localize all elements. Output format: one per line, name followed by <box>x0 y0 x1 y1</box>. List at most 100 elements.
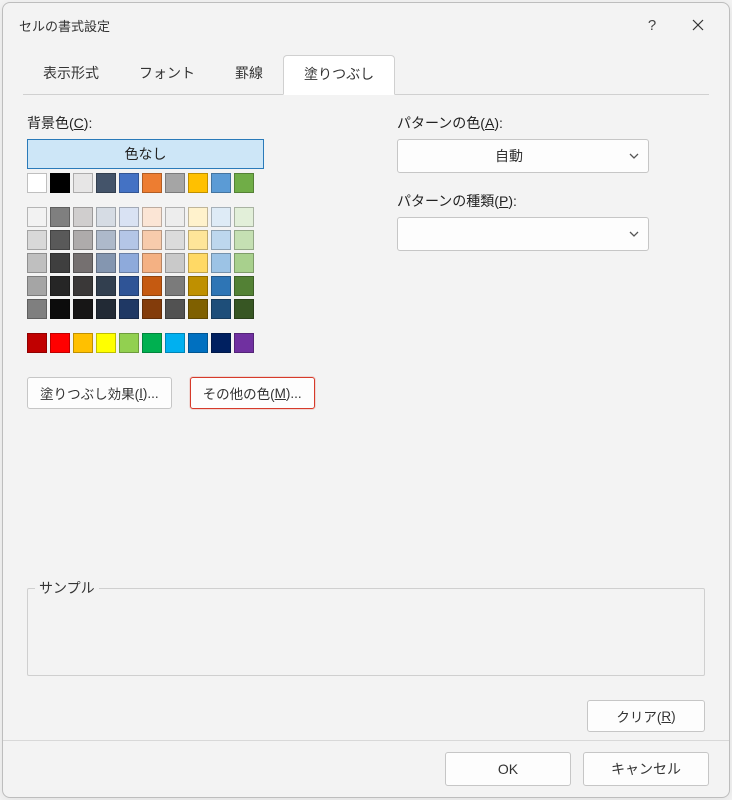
theme-shade-grid <box>27 207 337 319</box>
swatch-row <box>27 173 337 193</box>
color-swatch[interactable] <box>234 207 254 227</box>
color-swatch[interactable] <box>188 253 208 273</box>
color-swatch[interactable] <box>119 230 139 250</box>
color-swatch[interactable] <box>96 276 116 296</box>
tab-2[interactable]: 罫線 <box>215 55 283 94</box>
color-swatch[interactable] <box>27 173 47 193</box>
more-colors-button[interactable]: その他の色(M)... <box>190 377 315 409</box>
color-swatch[interactable] <box>165 230 185 250</box>
swatch-row <box>27 253 337 273</box>
color-swatch[interactable] <box>188 173 208 193</box>
color-swatch[interactable] <box>188 276 208 296</box>
color-swatch[interactable] <box>211 207 231 227</box>
color-swatch[interactable] <box>27 333 47 353</box>
color-swatch[interactable] <box>27 299 47 319</box>
color-swatch[interactable] <box>234 230 254 250</box>
color-swatch[interactable] <box>27 253 47 273</box>
color-swatch[interactable] <box>165 276 185 296</box>
color-swatch[interactable] <box>142 276 162 296</box>
color-swatch[interactable] <box>165 253 185 273</box>
color-swatch[interactable] <box>50 276 70 296</box>
color-swatch[interactable] <box>119 173 139 193</box>
fill-effects-button[interactable]: 塗りつぶし効果(I)... <box>27 377 172 409</box>
color-swatch[interactable] <box>96 333 116 353</box>
pattern-type-select[interactable] <box>397 217 649 251</box>
color-swatch[interactable] <box>211 333 231 353</box>
color-swatch[interactable] <box>96 253 116 273</box>
standard-color-row <box>27 333 337 353</box>
color-swatch[interactable] <box>211 253 231 273</box>
swatch-row <box>27 230 337 250</box>
color-swatch[interactable] <box>73 253 93 273</box>
close-button[interactable] <box>675 3 721 47</box>
dialog-title: セルの書式設定 <box>19 16 629 35</box>
color-swatch[interactable] <box>96 173 116 193</box>
pattern-type-label: パターンの種類(P): <box>397 191 705 211</box>
color-swatch[interactable] <box>142 253 162 273</box>
color-swatch[interactable] <box>73 207 93 227</box>
color-swatch[interactable] <box>142 230 162 250</box>
tab-3[interactable]: 塗りつぶし <box>283 55 395 95</box>
color-swatch[interactable] <box>119 276 139 296</box>
color-swatch[interactable] <box>50 299 70 319</box>
pattern-color-value: 自動 <box>398 146 620 166</box>
color-swatch[interactable] <box>165 299 185 319</box>
color-swatch[interactable] <box>234 173 254 193</box>
color-swatch[interactable] <box>73 299 93 319</box>
color-swatch[interactable] <box>211 173 231 193</box>
chevron-down-icon <box>620 218 648 250</box>
color-swatch[interactable] <box>96 299 116 319</box>
color-swatch[interactable] <box>188 207 208 227</box>
color-swatch[interactable] <box>119 299 139 319</box>
color-swatch[interactable] <box>142 299 162 319</box>
color-swatch[interactable] <box>142 333 162 353</box>
color-swatch[interactable] <box>27 230 47 250</box>
color-swatch[interactable] <box>96 230 116 250</box>
color-swatch[interactable] <box>50 173 70 193</box>
theme-color-row <box>27 173 337 193</box>
pattern-color-label: パターンの色(A): <box>397 113 705 133</box>
color-swatch[interactable] <box>165 207 185 227</box>
ok-button[interactable]: OK <box>445 752 571 786</box>
color-swatch[interactable] <box>119 207 139 227</box>
color-swatch[interactable] <box>211 276 231 296</box>
color-swatch[interactable] <box>165 333 185 353</box>
color-swatch[interactable] <box>165 173 185 193</box>
color-swatch[interactable] <box>142 207 162 227</box>
color-swatch[interactable] <box>27 207 47 227</box>
color-swatch[interactable] <box>73 173 93 193</box>
color-swatch[interactable] <box>50 333 70 353</box>
color-swatch[interactable] <box>234 253 254 273</box>
color-swatch[interactable] <box>119 333 139 353</box>
color-swatch[interactable] <box>27 276 47 296</box>
color-swatch[interactable] <box>234 299 254 319</box>
color-swatch[interactable] <box>142 173 162 193</box>
color-swatch[interactable] <box>50 207 70 227</box>
color-swatch[interactable] <box>188 299 208 319</box>
pattern-color-select[interactable]: 自動 <box>397 139 649 173</box>
color-swatch[interactable] <box>96 207 116 227</box>
color-swatch[interactable] <box>188 230 208 250</box>
color-swatch[interactable] <box>211 230 231 250</box>
clear-button[interactable]: クリア(R) <box>587 700 705 732</box>
color-swatch[interactable] <box>211 299 231 319</box>
tab-strip: 表示形式フォント罫線塗りつぶし <box>23 55 709 95</box>
cancel-button[interactable]: キャンセル <box>583 752 709 786</box>
color-swatch[interactable] <box>73 230 93 250</box>
color-swatch[interactable] <box>73 333 93 353</box>
no-color-button[interactable]: 色なし <box>27 139 264 169</box>
color-swatch[interactable] <box>234 333 254 353</box>
background-color-label: 背景色(C): <box>27 113 337 133</box>
tab-1[interactable]: フォント <box>119 55 215 94</box>
tab-0[interactable]: 表示形式 <box>23 55 119 94</box>
color-swatch[interactable] <box>188 333 208 353</box>
sample-legend: サンプル <box>35 578 99 598</box>
color-swatch[interactable] <box>73 276 93 296</box>
color-swatch[interactable] <box>119 253 139 273</box>
sample-preview <box>27 588 705 676</box>
chevron-down-icon <box>620 140 648 172</box>
color-swatch[interactable] <box>50 230 70 250</box>
color-swatch[interactable] <box>50 253 70 273</box>
help-button[interactable]: ? <box>629 3 675 47</box>
color-swatch[interactable] <box>234 276 254 296</box>
